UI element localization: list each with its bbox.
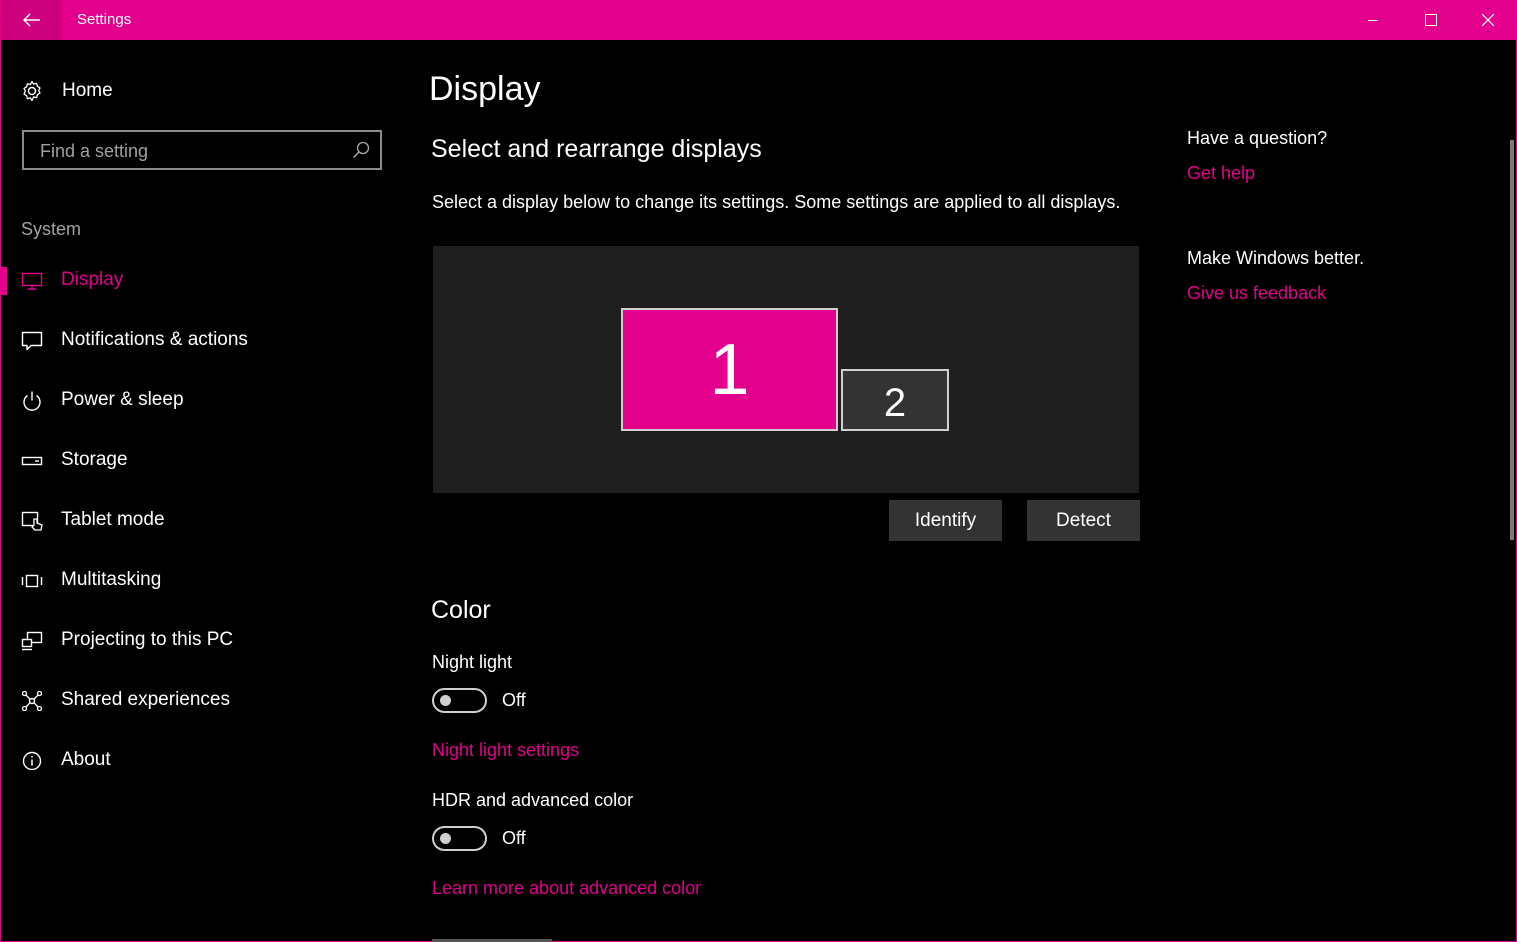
sidebar-item-storage[interactable]: Storage: [1, 441, 401, 481]
home-label: Home: [62, 80, 113, 101]
projecting-icon: [21, 631, 43, 651]
sidebar-item-label: Display: [61, 269, 124, 290]
night-light-label: Night light: [432, 652, 513, 672]
sidebar-item-about[interactable]: About: [1, 741, 401, 781]
get-help-link[interactable]: Get help: [1187, 163, 1255, 184]
advanced-color-link[interactable]: Learn more about advanced color: [432, 878, 701, 899]
sidebar-home[interactable]: Home: [21, 78, 113, 104]
identify-button[interactable]: Identify: [889, 500, 1002, 541]
back-button[interactable]: [1, 0, 62, 40]
arrange-heading: Select and rearrange displays: [431, 135, 762, 163]
night-light-state: Off: [502, 690, 526, 710]
power-icon: [23, 391, 41, 411]
search-box: [22, 130, 382, 170]
back-arrow-icon: [22, 13, 40, 27]
tablet-mode-icon: [21, 511, 43, 531]
sidebar-item-label: About: [61, 749, 111, 770]
display-arrangement-area: 1 2: [433, 246, 1139, 493]
sidebar-item-label: Shared experiences: [61, 689, 230, 710]
window-title: Settings: [77, 11, 132, 28]
close-button[interactable]: [1459, 0, 1516, 40]
monitor-icon: [21, 272, 43, 290]
page-title: Display: [429, 70, 541, 108]
color-heading: Color: [431, 596, 491, 624]
notification-icon: [21, 331, 43, 351]
sidebar-item-power[interactable]: Power & sleep: [1, 381, 401, 421]
multitasking-icon: [21, 574, 43, 588]
sidebar-item-tablet-mode[interactable]: Tablet mode: [1, 501, 401, 541]
sidebar-item-shared-experiences[interactable]: Shared experiences: [1, 681, 401, 721]
sidebar-item-display[interactable]: Display: [1, 261, 401, 301]
display-1-tile[interactable]: 1: [621, 308, 838, 431]
sidebar-item-label: Notifications & actions: [61, 329, 248, 350]
hdr-state: Off: [502, 828, 526, 848]
minimize-button[interactable]: [1345, 0, 1402, 40]
search-input[interactable]: [38, 140, 342, 163]
minimize-icon: [1368, 19, 1378, 21]
settings-window: Settings Home System Display: [0, 0, 1517, 942]
hdr-toggle[interactable]: [432, 826, 487, 851]
feedback-prompt: Make Windows better.: [1187, 248, 1365, 268]
clipped-next-section: [432, 935, 552, 942]
detect-button[interactable]: Detect: [1027, 500, 1140, 541]
night-light-toggle[interactable]: [432, 688, 487, 713]
sidebar-item-label: Power & sleep: [61, 389, 184, 410]
hdr-label: HDR and advanced color: [432, 790, 634, 810]
night-light-settings-link[interactable]: Night light settings: [432, 740, 579, 761]
maximize-icon: [1424, 14, 1437, 26]
sidebar-item-multitasking[interactable]: Multitasking: [1, 561, 401, 601]
title-bar: Settings: [1, 0, 1517, 40]
gear-icon: [23, 80, 41, 102]
sidebar-item-notifications[interactable]: Notifications & actions: [1, 321, 401, 361]
sidebar-item-label: Tablet mode: [61, 509, 165, 530]
maximize-button[interactable]: [1402, 0, 1459, 40]
sidebar-item-projecting[interactable]: Projecting to this PC: [1, 621, 401, 661]
shared-experiences-icon: [21, 691, 43, 711]
search-icon[interactable]: [352, 141, 370, 159]
selection-indicator: [1, 267, 7, 295]
scrollbar-thumb[interactable]: [1510, 140, 1514, 540]
sidebar-section-label: System: [21, 219, 82, 239]
sidebar-item-label: Storage: [61, 449, 128, 470]
give-feedback-link[interactable]: Give us feedback: [1187, 283, 1326, 304]
arrange-description: Select a display below to change its set…: [432, 192, 1121, 212]
sidebar-item-label: Projecting to this PC: [61, 629, 234, 650]
toggle-knob: [440, 833, 451, 844]
info-icon: [22, 751, 42, 771]
display-2-tile[interactable]: 2: [841, 369, 949, 431]
sidebar-item-label: Multitasking: [61, 569, 162, 590]
toggle-knob: [440, 695, 451, 706]
close-icon: [1481, 14, 1494, 26]
storage-icon: [21, 456, 43, 466]
help-question: Have a question?: [1187, 128, 1328, 148]
